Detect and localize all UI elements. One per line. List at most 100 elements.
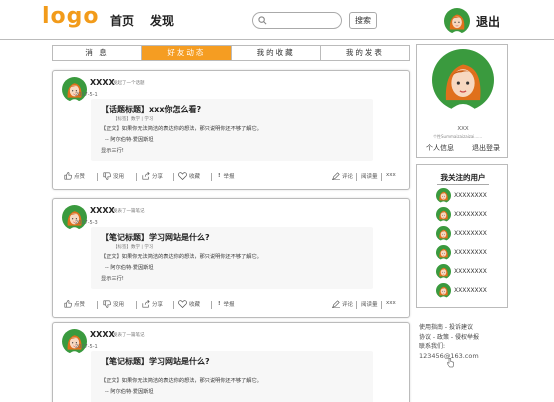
tab-friend-activity[interactable]: 好友动态 — [142, 46, 232, 60]
nav-discover-link[interactable]: 发现 — [150, 12, 174, 29]
avatar — [436, 188, 451, 203]
profile-avatar[interactable] — [432, 49, 494, 111]
dislike-button[interactable]: 没用 — [103, 172, 124, 180]
favorite-button[interactable]: 收藏 — [178, 300, 200, 308]
report-label: 举报 — [223, 302, 235, 308]
tab-my-favorites[interactable]: 我的收藏 — [232, 46, 321, 60]
post-content[interactable]: 【笔记标题】学习网站是什么? 【正文】如果你无法简洁的表达你的想法，那只说明你还… — [91, 351, 373, 402]
post-title[interactable]: 【笔记标题】学习网站是什么? — [101, 356, 210, 367]
followed-user-name: XXXXXXXX — [454, 192, 487, 199]
user-avatar[interactable] — [444, 8, 470, 34]
post-content[interactable]: 【笔记标题】学习网站是什么? 【标签】数学 | 学习 【正文】如果你无法简洁的表… — [91, 227, 373, 289]
comment-button[interactable]: 评论 — [332, 300, 353, 308]
avatar[interactable] — [62, 329, 87, 354]
dislike-button[interactable]: 没用 — [103, 300, 124, 308]
views-count: xxx — [386, 300, 396, 306]
divider — [356, 173, 357, 181]
divider — [97, 301, 98, 309]
logo[interactable]: logo — [42, 4, 100, 29]
avatar — [436, 283, 451, 298]
share-icon — [142, 172, 150, 180]
avatar — [436, 264, 451, 279]
post-quote: -- 阿尔伯特·爱因斯坦 — [105, 137, 154, 143]
divider — [437, 184, 489, 185]
personal-info-link[interactable]: 个人信息 — [426, 143, 454, 153]
post-quote: -- 阿尔伯特·爱因斯坦 — [105, 265, 154, 271]
exclamation-icon: ! — [218, 301, 221, 307]
search-icon — [258, 16, 267, 25]
show-more-link[interactable]: 显示三行! — [101, 147, 124, 154]
tab-my-posts[interactable]: 我的发表 — [321, 46, 409, 60]
followed-user-item[interactable]: XXXXXXXX — [436, 207, 487, 222]
heart-icon — [178, 300, 187, 308]
hand-cursor-icon — [447, 358, 454, 368]
top-header: logo 首页 发现 搜索 退出 — [0, 0, 554, 40]
feed-username[interactable]: XXXX — [90, 206, 115, 215]
feed-date: 2017-5-3 — [75, 220, 98, 226]
feed-card: XXXX 发起了一个话题 2017-5-1 【话题标题】xxx你怎么看? 【标签… — [52, 70, 410, 190]
feed-tabs: 消 息 好友动态 我的收藏 我的发表 — [52, 45, 410, 61]
followed-user-item[interactable]: XXXXXXXX — [436, 245, 487, 260]
avatar[interactable] — [62, 77, 87, 102]
profile-links: 个人信息 退出登录 — [417, 143, 509, 153]
share-button[interactable]: 分享 — [142, 172, 163, 180]
like-button[interactable]: 点赞 — [64, 300, 85, 308]
post-quote: -- 阿尔伯特·爱因斯坦 — [105, 389, 154, 395]
divider — [173, 173, 174, 181]
share-icon — [142, 300, 150, 308]
followed-user-item[interactable]: XXXXXXXX — [436, 264, 487, 279]
profile-name: XXX — [457, 126, 469, 132]
favorite-button[interactable]: 收藏 — [178, 172, 200, 180]
followed-user-item[interactable]: XXXXXXXX — [436, 226, 487, 241]
avatar[interactable] — [62, 205, 87, 230]
views-label: 阅读量 — [361, 174, 378, 180]
post-tags: 【标签】数学 | 学习 — [113, 117, 154, 122]
search-input[interactable] — [271, 14, 337, 27]
divider — [211, 173, 212, 181]
post-content[interactable]: 【话题标题】xxx你怎么看? 【标签】数学 | 学习 【正文】如果你无法简洁的表… — [91, 99, 373, 161]
pencil-icon — [332, 172, 340, 180]
post-title[interactable]: 【笔记标题】学习网站是什么? — [101, 232, 210, 243]
favorite-label: 收藏 — [189, 174, 201, 180]
feed-username[interactable]: XXXX — [90, 330, 115, 339]
profile-signature: 个性Summaizaizaizai...... — [433, 134, 483, 139]
followed-user-item[interactable]: XXXXXXXX — [436, 188, 487, 203]
dislike-label: 没用 — [113, 174, 125, 180]
nav-home-link[interactable]: 首页 — [110, 12, 134, 29]
feed-card: XXXX 发表了一篇笔记 2017-5-1 【笔记标题】学习网站是什么? 【正文… — [52, 322, 410, 402]
tab-messages[interactable]: 消 息 — [53, 46, 143, 60]
logout-link[interactable]: 退出 — [476, 13, 500, 30]
followed-user-item[interactable]: XXXXXXXX — [436, 283, 487, 298]
dislike-label: 没用 — [113, 302, 125, 308]
report-button[interactable]: ! 举报 — [218, 300, 235, 308]
pencil-icon — [332, 300, 340, 308]
avatar — [436, 226, 451, 241]
divider — [381, 173, 382, 181]
avatar — [436, 207, 451, 222]
avatar — [436, 245, 451, 260]
search-box[interactable] — [252, 12, 342, 29]
feed-card: XXXX 发表了一篇笔记 2017-5-3 【笔记标题】学习网站是什么? 【标签… — [52, 198, 410, 318]
report-label: 举报 — [223, 174, 235, 180]
divider — [173, 301, 174, 309]
share-button[interactable]: 分享 — [142, 300, 163, 308]
show-more-link[interactable]: 显示三行! — [101, 275, 124, 282]
divider — [136, 301, 137, 309]
comment-button[interactable]: 评论 — [332, 172, 353, 180]
logout-login-link[interactable]: 退出登录 — [472, 143, 500, 153]
feed-username[interactable]: XXXX — [90, 78, 115, 87]
footer-links-guide[interactable]: 使用指南 - 投诉建议 — [419, 323, 479, 333]
followed-users-panel: 我关注的用户 XXXXXXXX XXXXXXXX XXXXXXXX XXXXXX… — [416, 164, 508, 308]
divider — [97, 173, 98, 181]
divider — [381, 301, 382, 309]
post-title[interactable]: 【话题标题】xxx你怎么看? — [101, 104, 201, 115]
favorite-label: 收藏 — [189, 302, 201, 308]
search-button[interactable]: 搜索 — [349, 12, 377, 29]
like-button[interactable]: 点赞 — [64, 172, 85, 180]
thumbs-down-icon — [103, 172, 111, 180]
report-button[interactable]: ! 举报 — [218, 172, 235, 180]
like-label: 点赞 — [74, 174, 86, 180]
followed-user-name: XXXXXXXX — [454, 211, 487, 218]
footer-links-policy[interactable]: 协议 - 政策 - 侵权举报 — [419, 333, 479, 343]
heart-icon — [178, 172, 187, 180]
